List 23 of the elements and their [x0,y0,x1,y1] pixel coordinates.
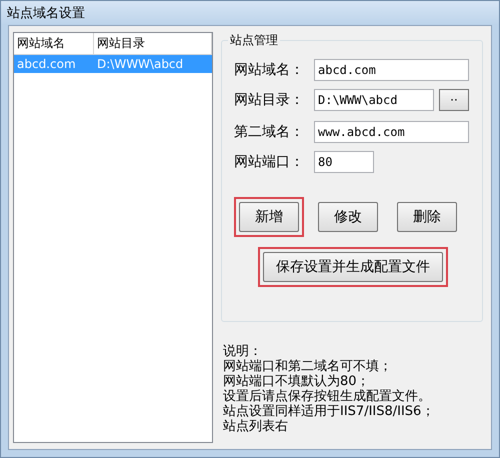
note-line: 站点列表右 [223,419,289,434]
input-field[interactable]: abcd.com [314,59,469,81]
input-field[interactable]: www.abcd.com [314,121,469,143]
action-button[interactable]: 新增 [239,202,299,232]
input-field[interactable]: D:\WWW\abcd [314,89,434,111]
field-label: 网站域名： [234,61,305,79]
field-label: 网站目录： [234,91,305,109]
group-title: 站点管理 [228,32,280,49]
field-label: 网站端口： [234,153,305,171]
save-button[interactable]: 保存设置并生成配置文件 [263,252,443,282]
note-line: 网站端口和第二域名可不填； [223,359,393,374]
note-line: 设置后请点保存按钮生成配置文件。 [223,389,432,404]
note-line: 站点设置同样适用于IIS7/IIS8/IIS6； [223,404,436,419]
action-button[interactable]: 修改 [318,202,378,232]
browse-button[interactable]: ·· [439,89,469,111]
window-title: 站点域名设置 [7,5,85,22]
list-cell-text: D:\WWW\abcd [96,56,184,73]
list-cell-text: abcd.com [16,56,77,73]
note-line: 说明： [223,344,263,359]
field-label: 第二域名： [234,123,305,141]
action-button[interactable]: 删除 [397,202,457,232]
note-line: 网站端口不填默认为80； [223,374,371,389]
input-field[interactable]: 80 [314,151,374,173]
